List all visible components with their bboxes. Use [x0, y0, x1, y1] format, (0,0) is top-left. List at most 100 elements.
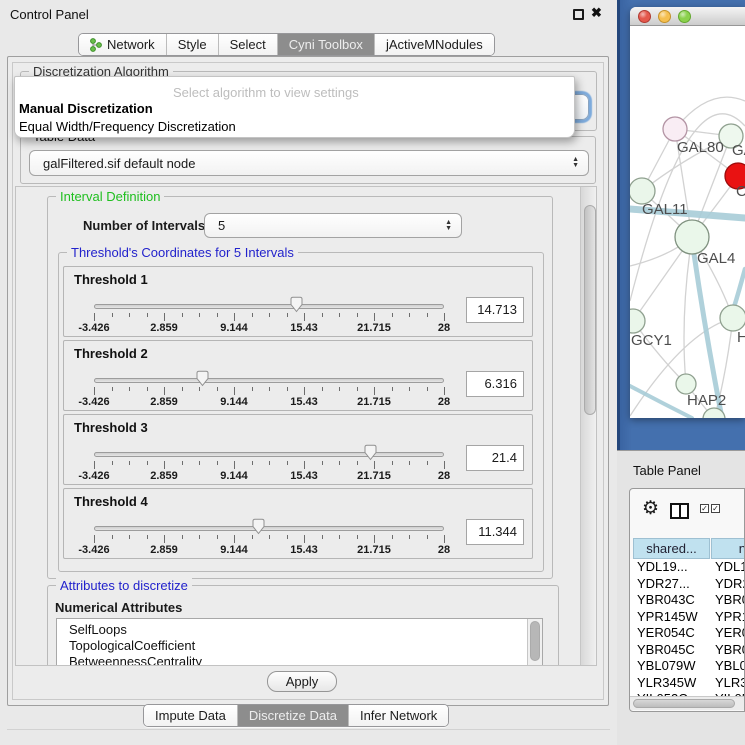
slider-tick: [199, 535, 200, 539]
threshold-slider-thumb[interactable]: [289, 296, 304, 313]
network-view-frame: GAL80GACGAL11GAL4GCY1HHAP2: [617, 0, 745, 450]
table-horizontal-scrollbar-thumb[interactable]: [633, 699, 735, 708]
table-cell: YDL19: [715, 559, 745, 574]
slider-tick: [304, 461, 305, 469]
slider-tick-label: 2.859: [150, 470, 178, 482]
slider-tick: [374, 387, 375, 395]
network-canvas[interactable]: GAL80GACGAL11GAL4GCY1HHAP2: [630, 26, 745, 418]
numerical-attributes-list: SelfLoopsTopologicalCoefficientBetweenne…: [56, 618, 543, 666]
slider-tick: [217, 461, 218, 465]
table-row[interactable]: YLR345WYLR345: [630, 675, 745, 692]
number-of-intervals-spinner[interactable]: 5 ▲▼: [204, 213, 462, 238]
tab-style[interactable]: Style: [166, 34, 218, 55]
table-cell: YLR345W: [637, 675, 696, 690]
tab-cyni-toolbox[interactable]: Cyni Toolbox: [277, 34, 374, 55]
algorithm-hint-text: Select algorithm to view settings: [173, 85, 359, 100]
table-cell: YBR045C: [637, 642, 695, 657]
network-node[interactable]: [630, 309, 645, 333]
slider-tick: [252, 313, 253, 317]
zoom-light-icon[interactable]: [678, 10, 691, 23]
table-cell: YDR27...: [637, 576, 690, 591]
tab-infer-network[interactable]: Infer Network: [348, 705, 448, 726]
minimize-light-icon[interactable]: [658, 10, 671, 23]
slider-tick-label: 15.43: [290, 322, 318, 334]
tab-impute-data[interactable]: Impute Data: [144, 705, 237, 726]
attribute-item-selfloops[interactable]: SelfLoops: [69, 622, 127, 637]
threshold-slider-thumb[interactable]: [363, 444, 378, 461]
table-row[interactable]: YDR27...YDR27: [630, 576, 745, 593]
slider-tick: [164, 461, 165, 469]
threshold-value-field[interactable]: 21.4: [466, 445, 524, 471]
algorithm-option-equal-width-frequency-discretization[interactable]: Equal Width/Frequency Discretization: [19, 119, 236, 134]
network-node[interactable]: [720, 305, 745, 331]
table-row[interactable]: YER054CYER054: [630, 625, 745, 642]
slider-tick: [129, 461, 130, 465]
slider-tick: [269, 313, 270, 317]
tab-network[interactable]: Network: [79, 34, 166, 55]
threshold-panel-1: Threshold 1-3.4262.8599.14415.4321.71528…: [63, 266, 533, 337]
stepper-arrows-icon[interactable]: ▲▼: [572, 157, 579, 169]
slider-tick: [217, 387, 218, 391]
threshold-label: Threshold 2: [74, 346, 148, 361]
network-node[interactable]: [676, 374, 696, 394]
select-columns-checkboxes-icon[interactable]: ✓ ✓: [700, 504, 720, 513]
stepper-arrows-icon[interactable]: ▲▼: [445, 220, 452, 232]
table-row[interactable]: YPR145W YPR145: [630, 609, 745, 626]
table-horizontal-scrollbar[interactable]: [630, 696, 745, 710]
gear-icon[interactable]: ⚙: [642, 497, 659, 520]
float-window-icon[interactable]: [573, 9, 584, 20]
slider-tick: [234, 387, 235, 395]
attribute-item-topologicalcoefficient[interactable]: TopologicalCoefficient: [69, 638, 195, 653]
network-window-titlebar[interactable]: [630, 7, 745, 26]
table-column-header-2[interactable]: na: [711, 538, 745, 559]
attributes-list-scrollbar-thumb[interactable]: [530, 621, 540, 661]
algorithm-option-manual-discretization[interactable]: Manual Discretization: [19, 101, 153, 116]
slider-tick-label: 28: [438, 470, 450, 482]
attribute-item-betweennesscentrality[interactable]: BetweennessCentrality: [69, 654, 202, 666]
slider-tick-label: 2.859: [150, 396, 178, 408]
table-cell: YPR145: [715, 609, 745, 624]
table-row[interactable]: YBL079WYBL079: [630, 658, 745, 675]
slider-tick: [357, 313, 358, 317]
threshold-slider-thumb[interactable]: [195, 370, 210, 387]
settings-scrollbar-thumb[interactable]: [584, 205, 596, 415]
slider-tick: [147, 461, 148, 465]
table-rows: YDL19...YDL19YDR27...YDR27YBR043CYBR043Y…: [630, 559, 745, 696]
slider-tick: [252, 535, 253, 539]
table-cell: YER054C: [637, 625, 695, 640]
table-row[interactable]: YBR043CYBR043: [630, 592, 745, 609]
slider-tick: [339, 461, 340, 465]
threshold-slider-track[interactable]: [94, 526, 444, 531]
network-node[interactable]: [663, 117, 687, 141]
tab-jactivemnodules[interactable]: jActiveMNodules: [374, 34, 494, 55]
table-cell: YPR145W: [637, 609, 698, 624]
network-node[interactable]: [675, 220, 709, 254]
tab-discretize-data[interactable]: Discretize Data: [237, 705, 348, 726]
settings-scrollbar[interactable]: [580, 187, 597, 666]
columns-icon[interactable]: [670, 503, 689, 519]
threshold-slider-track[interactable]: [94, 378, 444, 383]
attributes-list-scrollbar[interactable]: [527, 619, 542, 666]
close-light-icon[interactable]: [638, 10, 651, 23]
tab-select[interactable]: Select: [218, 34, 277, 55]
attributes-group-label: Attributes to discretize: [56, 578, 192, 593]
threshold-slider-track[interactable]: [94, 452, 444, 457]
tab-label: Impute Data: [155, 708, 226, 723]
slider-tick: [199, 461, 200, 465]
tab-label: Discretize Data: [249, 708, 337, 723]
table-row[interactable]: YDL19...YDL19: [630, 559, 745, 576]
threshold-value-field[interactable]: 14.713: [466, 297, 524, 323]
threshold-value-field[interactable]: 11.344: [466, 519, 524, 545]
threshold-slider-track[interactable]: [94, 304, 444, 309]
table-column-header-1[interactable]: shared...: [633, 538, 710, 559]
slider-tick: [427, 313, 428, 317]
threshold-slider-thumb[interactable]: [251, 518, 266, 535]
network-node-label: GAL11: [642, 201, 688, 218]
network-edge: [684, 237, 692, 384]
table-data-combobox[interactable]: galFiltered.sif default node ▲▼: [29, 150, 589, 176]
table-row[interactable]: YBR045CYBR045: [630, 642, 745, 659]
apply-button[interactable]: Apply: [267, 671, 337, 692]
threshold-panel-2: Threshold 2-3.4262.8599.14415.4321.71528…: [63, 340, 533, 411]
close-icon[interactable]: ✖: [591, 5, 602, 21]
threshold-value-field[interactable]: 6.316: [466, 371, 524, 397]
